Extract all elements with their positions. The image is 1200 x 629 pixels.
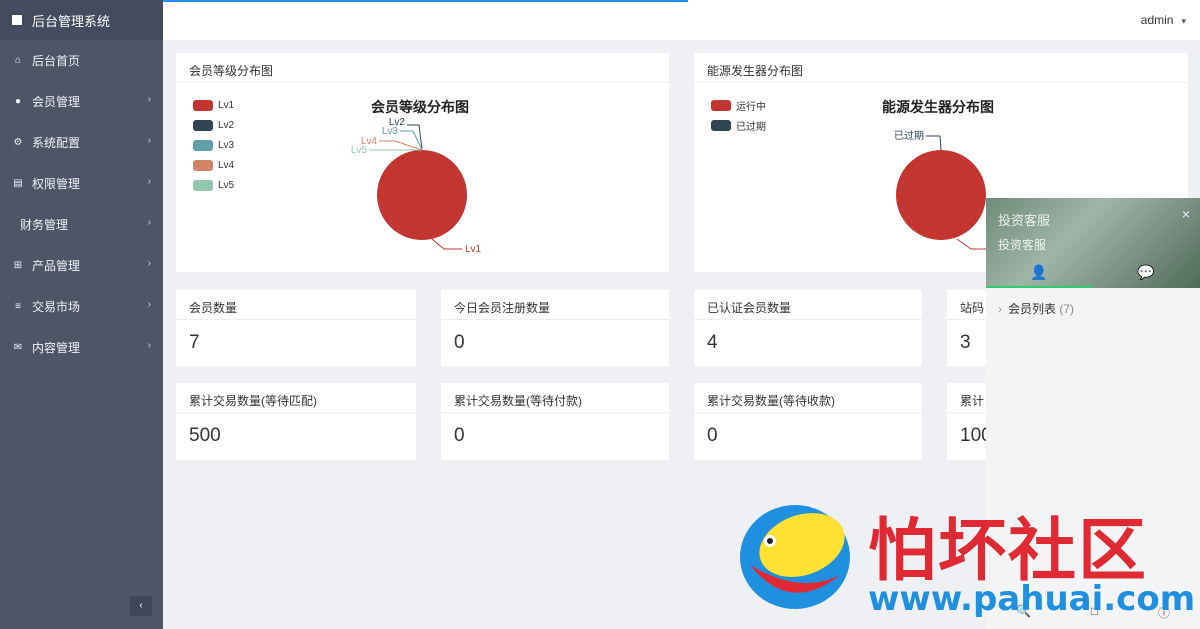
watermark-url: www.pahuai.com bbox=[868, 579, 1196, 619]
sidebar-item-label: 权限管理 bbox=[32, 177, 81, 191]
stat-label: 累计交易数量(等待收款) bbox=[694, 383, 922, 413]
chat-subtitle: 投资客服 bbox=[998, 238, 1047, 252]
member-list-count: (7) bbox=[1059, 302, 1075, 316]
cogs-icon: ⚙ bbox=[13, 137, 23, 148]
pie-slice[interactable] bbox=[377, 150, 467, 240]
pie-label: Lv3 bbox=[382, 126, 399, 137]
chevron-right-icon: › bbox=[147, 299, 151, 310]
chevron-right-icon: › bbox=[147, 176, 151, 187]
pie-slice[interactable] bbox=[896, 150, 986, 240]
pie-label: Lv5 bbox=[351, 145, 368, 156]
chevron-right-icon: › bbox=[147, 217, 151, 228]
username: admin bbox=[1140, 13, 1174, 27]
stat-card-verified-members: 已认证会员数量 4 bbox=[694, 290, 922, 366]
stat-value: 7 bbox=[189, 332, 200, 353]
stat-label: 累计交易数量(等待匹配) bbox=[176, 383, 416, 413]
pie-label: Lv1 bbox=[465, 244, 482, 255]
sidebar-item-label: 交易市场 bbox=[32, 300, 81, 314]
close-icon[interactable]: × bbox=[1182, 206, 1190, 222]
sidebar-item-5[interactable]: ⊞ 产品管理 › bbox=[0, 245, 163, 286]
user-icon[interactable]: 👤 bbox=[1030, 264, 1047, 281]
watermark-logo bbox=[740, 505, 850, 609]
stat-label: 累计交易数量(等待付款) bbox=[441, 383, 669, 413]
sidebar-item-label: 后台首页 bbox=[32, 54, 81, 68]
watermark: 怕坏社区 www.pahuai.com bbox=[730, 495, 1200, 629]
caret-down-icon: ▾ bbox=[1181, 16, 1186, 26]
app-logo-icon bbox=[12, 15, 22, 25]
home-icon: ⌂ bbox=[14, 55, 22, 66]
topbar: admin ▾ bbox=[163, 0, 1200, 40]
sidebar-item-1[interactable]: ● 会员管理 › bbox=[0, 81, 163, 122]
stat-label: 已认证会员数量 bbox=[694, 290, 922, 320]
sidebar-item-label: 产品管理 bbox=[32, 259, 81, 273]
chat-header: 投资客服 投资客服 × 👤 💬 bbox=[986, 198, 1200, 288]
windows-icon: ⊞ bbox=[13, 260, 23, 271]
member-list-label: 会员列表 bbox=[1008, 302, 1057, 316]
sidebar-item-label: 系统配置 bbox=[32, 136, 81, 150]
app-title: 后台管理系统 bbox=[0, 0, 163, 40]
user-icon: ● bbox=[14, 96, 22, 107]
stat-card-trades-awaiting-receipt: 累计交易数量(等待收款) 0 bbox=[694, 383, 922, 460]
list-icon: ≡ bbox=[15, 301, 21, 312]
sidebar-item-label: 会员管理 bbox=[32, 95, 81, 109]
pie-label: 已过期 bbox=[894, 129, 924, 142]
sidebar-item-label: 内容管理 bbox=[32, 341, 81, 355]
sidebar-item-2[interactable]: ⚙ 系统配置 › bbox=[0, 122, 163, 163]
pie-label-line bbox=[400, 130, 423, 151]
pie-label-line bbox=[926, 135, 942, 151]
stat-card-trades-matching: 累计交易数量(等待匹配) 500 bbox=[176, 383, 416, 460]
member-level-panel: 会员等级分布图 Lv1 Lv2 Lv3 Lv4 Lv5 会员等级分布图 Lv1 Lv2 Lv… bbox=[176, 53, 669, 272]
stat-value: 0 bbox=[707, 425, 718, 446]
chevron-right-icon: › bbox=[147, 258, 151, 269]
stat-label: 会员数量 bbox=[176, 290, 416, 320]
loading-bar bbox=[163, 0, 688, 2]
sidebar-collapse-button[interactable]: ‹ bbox=[130, 596, 152, 616]
stat-label: 今日会员注册数量 bbox=[441, 290, 669, 320]
chevron-right-icon: › bbox=[998, 302, 1002, 316]
pie-label-line bbox=[431, 238, 462, 250]
envelope-icon: ✉ bbox=[13, 342, 23, 353]
chevron-right-icon: › bbox=[147, 94, 151, 105]
chevron-right-icon: › bbox=[147, 135, 151, 146]
member-level-pie-chart: Lv1Lv2Lv3Lv4Lv5 bbox=[351, 117, 482, 255]
app-title-text: 后台管理系统 bbox=[32, 13, 111, 29]
sidebar-item-0[interactable]: ⌂ 后台首页 bbox=[0, 40, 163, 81]
sidebar-item-label: 财务管理 bbox=[20, 218, 69, 232]
pie-label-line bbox=[379, 140, 423, 151]
sidebar-item-6[interactable]: ≡ 交易市场 › bbox=[0, 286, 163, 327]
table-icon: ▤ bbox=[13, 178, 23, 189]
member-list-group[interactable]: › 会员列表 (7) bbox=[986, 288, 1200, 329]
chat-title: 投资客服 bbox=[998, 213, 1051, 228]
stat-value: 4 bbox=[707, 332, 718, 353]
sidebar-item-4[interactable]: 财务管理 › bbox=[0, 204, 163, 245]
stat-card-today-registrations: 今日会员注册数量 0 bbox=[441, 290, 669, 366]
stat-card-trades-awaiting-payment: 累计交易数量(等待付款) 0 bbox=[441, 383, 669, 460]
pie-label-line bbox=[956, 238, 986, 250]
stat-value: 0 bbox=[454, 332, 465, 353]
sidebar: 后台管理系统 ⌂ 后台首页 ● 会员管理 › ⚙ 系统配置 › ▤ 权限管理 › 财务管理 › ⊞ 产品管理… bbox=[0, 0, 163, 629]
stat-card-members: 会员数量 7 bbox=[176, 290, 416, 366]
active-tab-indicator bbox=[986, 286, 1093, 288]
chevron-right-icon: › bbox=[147, 340, 151, 351]
sidebar-item-7[interactable]: ✉ 内容管理 › bbox=[0, 327, 163, 368]
stat-value: 500 bbox=[189, 425, 221, 446]
chat-bubble-icon[interactable]: 💬 bbox=[1137, 264, 1154, 281]
user-menu[interactable]: admin ▾ bbox=[1141, 13, 1186, 27]
sidebar-item-3[interactable]: ▤ 权限管理 › bbox=[0, 163, 163, 204]
stat-value: 0 bbox=[454, 425, 465, 446]
